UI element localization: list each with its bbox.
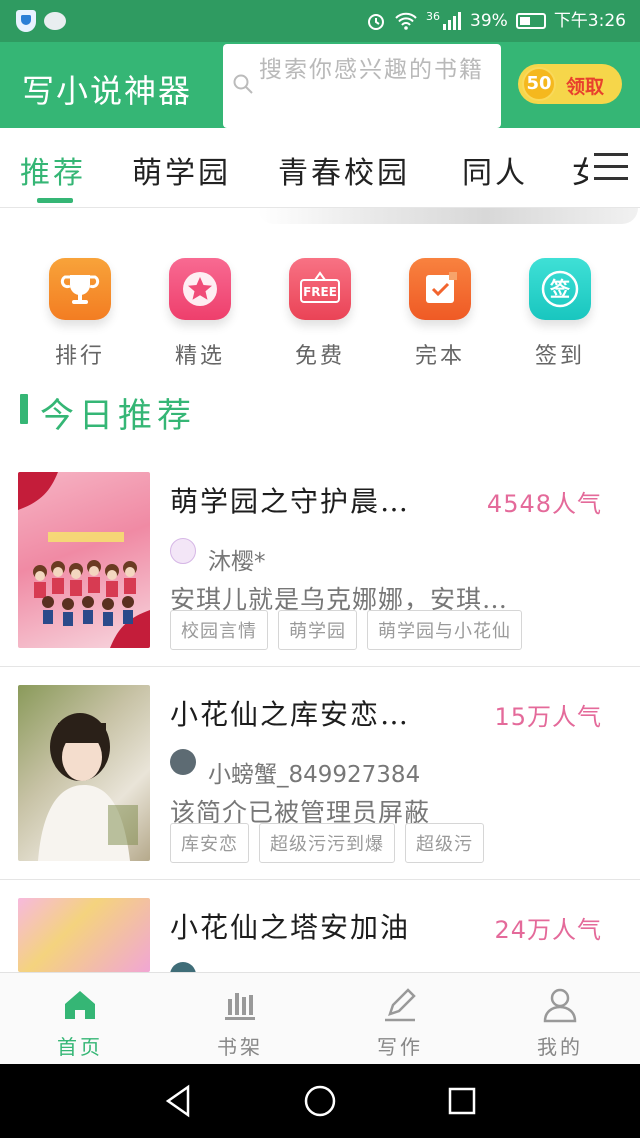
shield-icon xyxy=(16,10,36,32)
quick-link-label: 签到 xyxy=(534,344,585,369)
back-icon[interactable] xyxy=(160,1083,196,1119)
home-circle-icon[interactable] xyxy=(302,1083,338,1119)
book-cover xyxy=(18,898,150,972)
section-marker xyxy=(20,394,28,424)
banner-carousel[interactable] xyxy=(258,208,638,224)
tab-youth-campus[interactable]: 青春校园 xyxy=(278,148,410,192)
category-tabs: 推荐 萌学园 青春校园 同人 女 xyxy=(0,128,640,208)
profile-icon xyxy=(543,988,577,1023)
battery-icon xyxy=(515,13,546,29)
pen-icon xyxy=(385,988,416,1022)
search-input[interactable]: 搜索你感兴趣的书籍 xyxy=(259,54,495,120)
nav-profile[interactable]: 我的 xyxy=(480,973,640,1065)
bottom-nav: 首页 书架 写作 我的 xyxy=(0,972,640,1064)
tab-recommend[interactable]: 推荐 xyxy=(20,148,86,192)
quick-link-label: 免费 xyxy=(294,344,345,369)
book-tags: 校园言情 萌学园 萌学园与小花仙 xyxy=(170,610,522,650)
sign-in-icon: 签 xyxy=(529,258,591,320)
quick-link-sign-in[interactable]: 签 签到 xyxy=(510,258,610,370)
search-box[interactable]: 搜索你感兴趣的书籍 xyxy=(223,44,501,128)
nav-home[interactable]: 首页 xyxy=(0,973,160,1065)
nav-write[interactable]: 写作 xyxy=(320,973,480,1065)
coin-icon: 50 xyxy=(522,67,556,101)
chat-notification-icon xyxy=(44,12,66,30)
quick-link-free[interactable]: FREE 免费 xyxy=(270,258,370,370)
book-title: 萌学园之守护晨… xyxy=(170,485,411,518)
book-popularity: 15万人气 xyxy=(494,703,602,731)
bookshelf-icon xyxy=(225,993,255,1020)
system-nav-bar xyxy=(0,1064,640,1138)
book-tags: 库安恋 超级污污到爆 超级污 xyxy=(170,823,484,863)
section-title: 今日推荐 xyxy=(40,396,196,436)
reward-claim-button[interactable]: 50 领取 xyxy=(518,64,622,104)
tab-mengxueyuan[interactable]: 萌学园 xyxy=(132,148,231,192)
quick-link-featured[interactable]: 精选 xyxy=(150,258,250,370)
author-avatar xyxy=(170,962,196,972)
book-popularity: 4548人气 xyxy=(486,490,602,518)
check-icon xyxy=(409,258,471,320)
book-title: 小花仙之塔安加油 xyxy=(170,911,411,944)
app-header: 写小说神器 搜索你感兴趣的书籍 50 领取 xyxy=(0,42,640,128)
free-icon: FREE xyxy=(289,258,351,320)
book-tag[interactable]: 萌学园与小花仙 xyxy=(367,610,522,650)
book-tag[interactable]: 校园言情 xyxy=(170,610,268,650)
book-card[interactable]: 萌学园之守护晨… 4548人气 沐樱* 安琪儿就是乌克娜娜，安琪… 校园言情 萌… xyxy=(0,454,640,667)
menu-icon xyxy=(594,153,628,181)
nav-label: 书架 xyxy=(217,1035,263,1059)
recent-apps-icon[interactable] xyxy=(444,1083,480,1119)
nav-label: 首页 xyxy=(57,1035,103,1059)
quick-links: 排行 精选 FREE 免费 完本 签 签到 xyxy=(0,258,640,370)
trophy-icon xyxy=(49,258,111,320)
quick-link-ranking[interactable]: 排行 xyxy=(30,258,130,370)
author-avatar xyxy=(170,749,196,775)
book-tag[interactable]: 超级污 xyxy=(405,823,484,863)
tab-menu-button[interactable] xyxy=(588,128,640,207)
quick-link-label: 排行 xyxy=(54,344,105,369)
nav-label: 写作 xyxy=(377,1035,423,1059)
alarm-icon xyxy=(368,14,385,30)
wifi-icon xyxy=(395,12,417,30)
clock: 下午3:26 xyxy=(553,11,626,31)
home-icon xyxy=(65,991,95,1019)
network-type: 36 xyxy=(426,10,441,23)
book-author: 沐樱* xyxy=(208,549,266,575)
signal-icon xyxy=(443,12,462,30)
reward-label: 领取 xyxy=(566,76,605,98)
nav-label: 我的 xyxy=(537,1035,583,1059)
book-author: 小螃蟹_849927384 xyxy=(208,762,421,788)
book-popularity: 24万人气 xyxy=(494,916,602,944)
app-title: 写小说神器 xyxy=(22,72,193,110)
nav-bookshelf[interactable]: 书架 xyxy=(160,973,320,1065)
tab-fan-fiction[interactable]: 同人 xyxy=(462,148,528,192)
book-card[interactable]: 小花仙之库安恋… 15万人气 小螃蟹_849927384 该简介已被管理员屏蔽 … xyxy=(0,667,640,880)
book-card[interactable]: 小花仙之塔安加油 24万人气 xyxy=(0,880,640,972)
quick-link-label: 精选 xyxy=(174,344,225,369)
book-title: 小花仙之库安恋… xyxy=(170,698,411,731)
status-bar: 36 39% 下午3:26 xyxy=(0,0,640,42)
book-tag[interactable]: 超级污污到爆 xyxy=(259,823,395,863)
battery-percent: 39% xyxy=(470,11,508,31)
star-icon xyxy=(169,258,231,320)
active-tab-indicator xyxy=(37,198,73,203)
book-cover xyxy=(18,685,150,861)
svg-text:FREE: FREE xyxy=(303,285,337,299)
book-cover xyxy=(18,472,150,648)
book-tag[interactable]: 萌学园 xyxy=(278,610,357,650)
author-avatar xyxy=(170,538,196,564)
book-tag[interactable]: 库安恋 xyxy=(170,823,249,863)
quick-link-label: 完本 xyxy=(414,344,465,369)
quick-link-completed[interactable]: 完本 xyxy=(390,258,490,370)
search-icon xyxy=(233,74,253,94)
